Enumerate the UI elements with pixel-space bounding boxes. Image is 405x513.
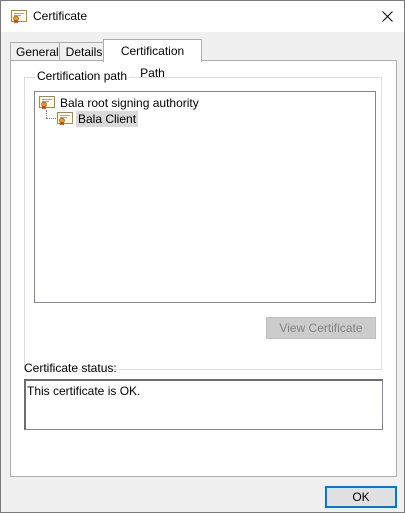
close-button[interactable] (370, 1, 404, 32)
ok-button[interactable]: OK (325, 486, 397, 508)
tree-item-label: Bala Client (76, 111, 139, 127)
certification-path-tree[interactable]: Bala root signing authority Bala Client (34, 91, 376, 303)
title-bar[interactable]: Certificate (1, 1, 404, 32)
certificate-status-box[interactable]: This certificate is OK. (24, 379, 383, 430)
certification-path-panel: Certification path Bala root signing aut… (10, 60, 397, 477)
tab-details[interactable]: Details (59, 42, 109, 61)
tree-connector (46, 118, 56, 119)
tree-connector (46, 110, 47, 118)
window-title: Certificate (33, 9, 88, 23)
close-icon (381, 11, 393, 22)
tab-general[interactable]: General (10, 42, 62, 61)
tree-item-label: Bala root signing authority (60, 96, 199, 110)
group-label: Certification path (35, 69, 130, 83)
certificate-icon (11, 10, 27, 24)
tab-certification-path[interactable]: Certification Path (103, 39, 202, 80)
certificate-dialog: Certificate General Details Certificatio… (0, 0, 405, 513)
certificate-status-label: Certificate status: (24, 361, 117, 375)
view-certificate-button[interactable]: View Certificate (266, 317, 376, 339)
certificate-icon (39, 96, 55, 110)
certification-path-group: Certification path Bala root signing aut… (24, 69, 382, 370)
certificate-icon (57, 112, 73, 126)
